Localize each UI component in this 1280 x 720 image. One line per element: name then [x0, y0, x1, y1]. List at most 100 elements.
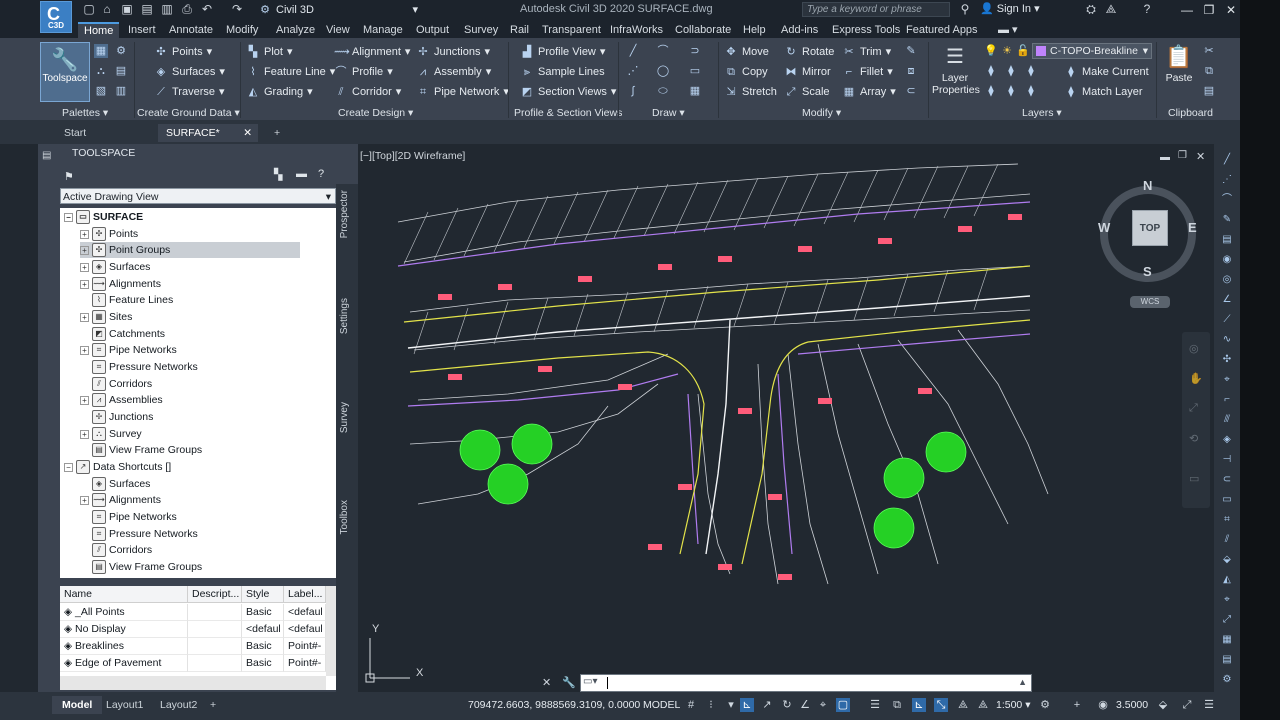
tab-add-ins[interactable]: Add-ins	[775, 22, 824, 38]
view-select[interactable]: Active Drawing View ▾	[60, 188, 336, 204]
tree-item-surfaces[interactable]: + ◈ Surfaces	[80, 259, 150, 275]
angle-tool-icon[interactable]: ∠	[1220, 294, 1234, 306]
panorama-icon[interactable]: ▧	[94, 84, 108, 98]
profile-view-button[interactable]: ▟ Profile View ▾	[520, 44, 606, 60]
plus-icon[interactable]: +	[1070, 698, 1084, 712]
grid-icon[interactable]: #	[684, 698, 698, 712]
line-icon[interactable]: ╱	[626, 44, 640, 58]
layer-thaw-icon[interactable]: ⧫	[1024, 84, 1038, 98]
tab-survey[interactable]: Survey	[458, 22, 504, 38]
current-layer-select[interactable]: C-TOPO-Breakline ▾	[1032, 43, 1152, 59]
tree-item-ds-alignments[interactable]: + ⟿ Alignments	[80, 492, 161, 508]
add-layout-button[interactable]: +	[200, 696, 226, 714]
sign-in-button[interactable]: 👤 Sign In ▾	[980, 2, 1040, 15]
make-current-button[interactable]: ⧫ Make Current	[1064, 64, 1148, 80]
profile-tool-icon[interactable]: ⌐	[1220, 394, 1234, 406]
object-snap-icon[interactable]: ▢	[836, 698, 850, 712]
tab-home[interactable]: Home	[78, 22, 120, 38]
fill-tool-icon[interactable]: ◭	[1220, 574, 1234, 586]
compass-east[interactable]: E	[1188, 220, 1197, 235]
compass-south[interactable]: S	[1143, 264, 1152, 279]
search-input[interactable]: Type a keyword or phrase	[802, 2, 950, 17]
isometric-icon[interactable]: ↻	[780, 698, 794, 712]
tree-item-pipe-networks[interactable]: + ⌗ Pipe Networks	[80, 342, 177, 358]
table-cell[interactable]: <defaul	[284, 604, 326, 621]
tab-surface-drawing[interactable]: SURFACE* ✕	[158, 124, 258, 142]
command-line-close-icon[interactable]: ✕	[542, 676, 551, 689]
circle-icon[interactable]: ◯	[656, 64, 670, 78]
layer-isolate-icon[interactable]: ⧫	[984, 64, 998, 78]
lineweight-icon[interactable]: ☰	[868, 698, 882, 712]
draw-panel-label[interactable]: Draw ▾	[652, 106, 685, 120]
arc-tool-icon[interactable]: ⌒	[1220, 194, 1234, 206]
survey-icon[interactable]: ⛬	[94, 64, 108, 78]
annotation-visibility-icon[interactable]: ⟁	[956, 698, 970, 712]
object-snap-tracking-icon[interactable]: ∠	[798, 698, 812, 712]
viewcube-top-face[interactable]: TOP	[1132, 210, 1168, 246]
showmotion-icon[interactable]: ▭	[1189, 472, 1199, 485]
zoom-extents-icon[interactable]: ⤢	[1189, 402, 1198, 415]
table-cell[interactable]: Basic	[242, 604, 284, 621]
surfaces-button[interactable]: ◈ Surfaces ▾	[154, 64, 225, 80]
selection-cycling-icon[interactable]: ⊾	[912, 698, 926, 712]
column-header-name[interactable]: Name	[60, 586, 188, 603]
tab-transparent[interactable]: Transparent	[536, 22, 607, 38]
points-button[interactable]: ✣ Points ▾	[154, 44, 212, 60]
save-as-icon[interactable]: ▤	[140, 2, 154, 16]
column-header-description[interactable]: Descript...	[188, 586, 242, 603]
prospector-icon[interactable]: ▦	[94, 44, 108, 58]
column-header-style[interactable]: Style	[242, 586, 284, 603]
text-tool-icon[interactable]: ⌖	[1220, 594, 1234, 606]
table-row-name[interactable]: ◈ No Display	[60, 621, 188, 638]
list-view-icon[interactable]: ▬	[296, 168, 307, 180]
polyline-icon[interactable]: ⋰	[626, 64, 640, 78]
pan-icon[interactable]: ✋	[1189, 372, 1203, 385]
layer-properties-button[interactable]: ☰ Layer Properties	[932, 42, 980, 96]
tangent-tool-icon[interactable]: ⟋	[1220, 314, 1234, 326]
tree-item-corridors[interactable]: ⫽ Corridors	[92, 376, 152, 392]
polyline-tool-icon[interactable]: ⋰	[1220, 174, 1234, 186]
tab-analyze[interactable]: Analyze	[270, 22, 321, 38]
layer-on-icon[interactable]: ⧫	[1004, 84, 1018, 98]
scale-button[interactable]: ⤢ Scale	[784, 84, 830, 100]
sun-icon[interactable]: ☀	[1000, 44, 1014, 58]
junctions-button[interactable]: ✢ Junctions ▾	[416, 44, 490, 60]
application-menu-button[interactable]: C C3D	[40, 1, 72, 33]
profile-button[interactable]: ⌒ Profile ▾	[334, 64, 393, 80]
tree-item-ds-pipe-networks[interactable]: ⌗ Pipe Networks	[92, 509, 177, 525]
modify-panel-label[interactable]: Modify ▾	[802, 106, 841, 120]
tab-insert[interactable]: Insert	[122, 22, 162, 38]
frame-tool-icon[interactable]: ▭	[1220, 494, 1234, 506]
tree-item-ds-corridors[interactable]: ⫽ Corridors	[92, 542, 152, 558]
tree-item-point-groups[interactable]: + ✣ Point Groups	[80, 242, 300, 258]
mirror-button[interactable]: ⧓ Mirror	[784, 64, 831, 80]
open-file-icon[interactable]: ⌂	[100, 2, 114, 16]
palettes-panel-label[interactable]: Palettes ▾	[62, 106, 108, 120]
layer-off-icon[interactable]: ⧫	[1004, 64, 1018, 78]
table-cell[interactable]	[188, 638, 242, 655]
match-properties-icon[interactable]: ▤	[1202, 84, 1216, 98]
table-cell[interactable]: Point#-	[284, 655, 326, 672]
section-views-button[interactable]: ◩ Section Views ▾	[520, 84, 617, 100]
table-row-name[interactable]: ◈ Breaklines	[60, 638, 188, 655]
corridor-button[interactable]: ⫽ Corridor ▾	[334, 84, 402, 100]
undo-icon[interactable]: ↶	[200, 2, 214, 16]
workspace-select[interactable]: ⚙ Civil 3D ▾	[258, 2, 418, 17]
spline-icon[interactable]: ∫	[626, 84, 640, 98]
new-tab-button[interactable]: +	[266, 124, 288, 142]
globe-icon[interactable]: ◉	[1220, 254, 1234, 266]
tree-item-sites[interactable]: + ▦ Sites	[80, 309, 132, 325]
move-button[interactable]: ✥ Move	[724, 44, 769, 60]
tab-manage[interactable]: Manage	[357, 22, 409, 38]
model-space-toggle[interactable]: MODEL	[643, 699, 680, 711]
snap-icon[interactable]: ⁝	[704, 698, 718, 712]
erase-icon[interactable]: ✎	[904, 44, 918, 58]
table-cell[interactable]	[188, 604, 242, 621]
fillet-button[interactable]: ⌐ Fillet ▾	[842, 64, 893, 80]
pipe-tool-icon[interactable]: ⌗	[1220, 514, 1234, 526]
steering-wheel-icon[interactable]: ◎	[1189, 342, 1199, 355]
offset-tool-icon[interactable]: ⊂	[1220, 474, 1234, 486]
ellipse-icon[interactable]: ⬭	[656, 84, 670, 98]
tree-item-view-frame-groups[interactable]: ▤ View Frame Groups	[92, 442, 202, 458]
print-icon[interactable]: ⎙	[180, 2, 194, 16]
